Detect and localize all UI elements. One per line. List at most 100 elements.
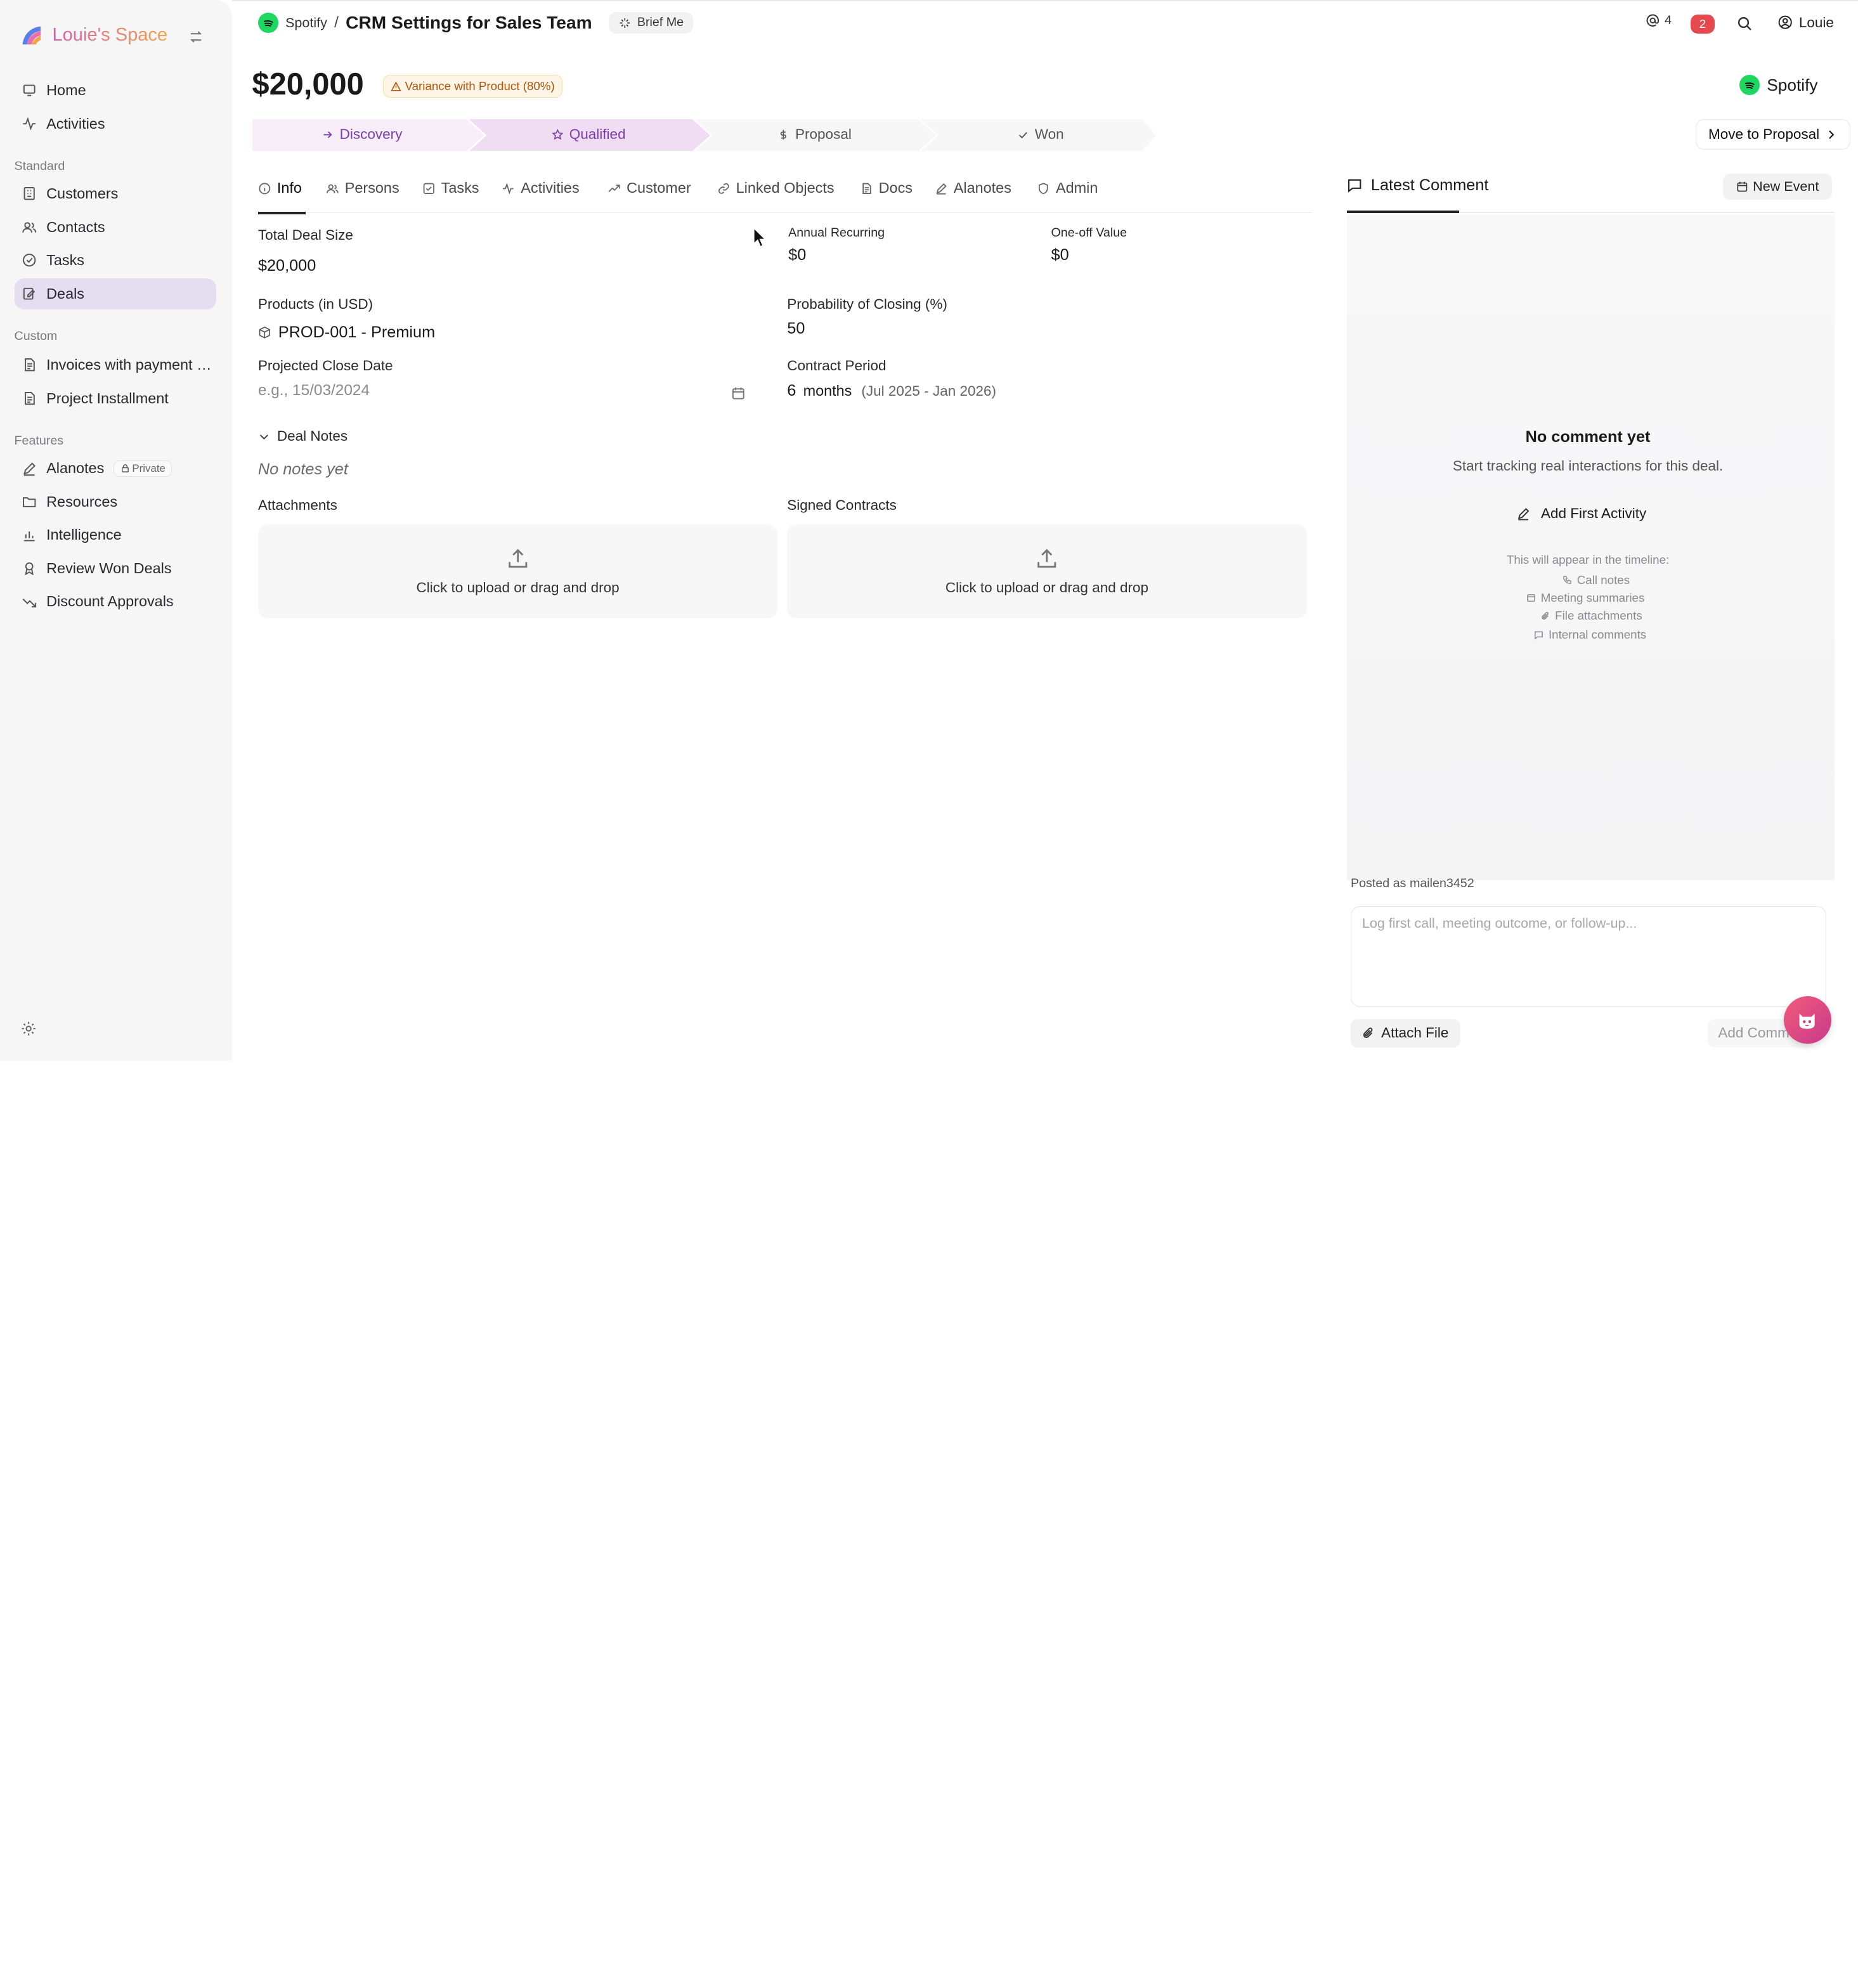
deal-notes-label: Deal Notes: [276, 428, 348, 444]
tab-linked-objects[interactable]: Linked Objects: [717, 176, 835, 213]
collapse-sidebar-icon[interactable]: [188, 29, 204, 45]
new-event-button[interactable]: New Event: [1722, 173, 1833, 200]
spotify-logo-icon: [257, 12, 278, 33]
deal-notes-toggle[interactable]: Deal Notes: [258, 428, 348, 445]
active-tab-underline: [1347, 210, 1459, 213]
tab-customer[interactable]: Customer: [607, 176, 691, 213]
attachments-dropzone[interactable]: Click to upload or drag and drop: [257, 524, 778, 618]
calendar-icon: [1527, 594, 1536, 602]
add-first-activity-button[interactable]: Add First Activity: [1516, 505, 1647, 522]
timeline-item-call-notes: Call notes: [1347, 573, 1845, 587]
section-standard: Standard: [14, 159, 65, 174]
tab-label: Alanotes: [953, 179, 1011, 197]
sidebar-item-label: Invoices with payment …: [46, 356, 212, 374]
stage-proposal[interactable]: Proposal: [701, 119, 927, 150]
sidebar-item-deals[interactable]: Deals: [14, 278, 217, 309]
deal-company[interactable]: Spotify: [1739, 75, 1818, 95]
sidebar-item-alanotes[interactable]: Alanotes Private: [15, 453, 217, 484]
arrow-right-icon: [324, 131, 333, 138]
breadcrumb: Spotify / CRM Settings for Sales Team Br…: [257, 11, 694, 34]
tab-alanotes[interactable]: Alanotes: [935, 176, 1011, 213]
phone-icon: [1563, 576, 1572, 585]
probability-value[interactable]: 50: [787, 320, 805, 338]
tab-admin[interactable]: Admin: [1037, 176, 1098, 213]
chevron-right-icon: [1829, 130, 1835, 139]
brand-logo-icon: [22, 26, 41, 44]
attach-file-button[interactable]: Attach File: [1351, 1018, 1460, 1048]
contract-unit: months: [803, 382, 852, 399]
empty-state-title: No comment yet: [1525, 428, 1651, 446]
mouse-cursor-icon: [753, 227, 767, 248]
stage-label: Won: [1034, 126, 1064, 142]
sidebar-item-activities[interactable]: Activities: [15, 108, 217, 140]
product-item[interactable]: PROD-001 - Premium: [258, 323, 435, 342]
users-icon: [22, 222, 36, 233]
sidebar-item-label: Home: [46, 82, 86, 98]
deal-amount: $20,000: [252, 67, 364, 101]
brief-me-button[interactable]: Brief Me: [608, 11, 694, 34]
chevron-down-icon: [259, 434, 268, 439]
upload-icon: [509, 549, 528, 568]
latest-comment-tab[interactable]: Latest Comment: [1347, 176, 1488, 195]
calendar-icon: [1737, 181, 1748, 192]
breadcrumb-company[interactable]: Spotify: [285, 15, 327, 31]
check-circle-icon: [22, 254, 36, 267]
settings-gear-icon[interactable]: [20, 1020, 37, 1037]
breadcrumb-separator: /: [334, 13, 339, 31]
stage-qualified[interactable]: Qualified: [476, 119, 701, 150]
brand[interactable]: Louie's Space: [20, 24, 167, 47]
contract-period-value[interactable]: 6 months (Jul 2025 - Jan 2026): [787, 382, 996, 400]
user-menu[interactable]: Louie: [1777, 15, 1834, 31]
trend-down-icon: [22, 598, 36, 607]
link-icon: [718, 183, 729, 194]
calendar-icon[interactable]: [731, 386, 746, 401]
sidebar-item-label: Intelligence: [46, 526, 122, 543]
comment-input[interactable]: [1351, 906, 1826, 1008]
tab-label: Docs: [878, 179, 913, 197]
sidebar-item-invoices[interactable]: Invoices with payment …: [15, 349, 217, 380]
tab-docs[interactable]: Docs: [860, 176, 913, 213]
tab-info[interactable]: Info: [257, 176, 306, 214]
activity-icon: [503, 183, 514, 195]
sidebar-item-label: Review Won Deals: [46, 559, 172, 576]
signed-contracts-label: Signed Contracts: [787, 497, 897, 513]
annual-recurring-value: $0: [788, 246, 807, 264]
stage-label: Qualified: [569, 126, 626, 142]
sidebar-item-project-installment[interactable]: Project Installment: [15, 383, 217, 414]
signed-contracts-dropzone[interactable]: Click to upload or drag and drop: [787, 524, 1307, 618]
move-to-proposal-label: Move to Proposal: [1708, 126, 1820, 142]
add-first-activity-label: Add First Activity: [1541, 505, 1647, 521]
close-date-input[interactable]: e.g., 15/03/2024: [258, 382, 748, 408]
top-border: [231, 0, 1858, 1]
stage-discovery[interactable]: Discovery: [252, 119, 472, 150]
upload-text: Click to upload or drag and drop: [416, 580, 620, 596]
sidebar-item-contacts[interactable]: Contacts: [15, 212, 217, 243]
search-icon[interactable]: [1736, 15, 1753, 32]
tab-persons[interactable]: Persons: [326, 176, 400, 213]
document-icon: [24, 358, 35, 372]
sidebar-item-home[interactable]: Home: [15, 75, 217, 106]
assistant-bot-icon[interactable]: [1783, 996, 1831, 1044]
sidebar-item-tasks[interactable]: Tasks: [15, 245, 217, 276]
sidebar-item-intelligence[interactable]: Intelligence: [15, 519, 217, 550]
section-custom: Custom: [14, 329, 58, 344]
stage-won[interactable]: Won: [928, 119, 1153, 150]
sidebar-item-customers[interactable]: Customers: [15, 178, 217, 209]
mentions-button[interactable]: 4: [1646, 13, 1672, 28]
app-window: Louie's Space Home Activities Standard C…: [0, 0, 1858, 1061]
no-notes-text: No notes yet: [257, 460, 348, 478]
paperclip-icon: [1363, 1027, 1373, 1038]
trend-up-icon: [608, 185, 620, 192]
notifications-badge[interactable]: 2: [1691, 14, 1715, 34]
tab-label: Linked Objects: [736, 179, 835, 197]
sidebar-item-label: Discount Approvals: [46, 593, 174, 610]
sidebar-item-discount-approvals[interactable]: Discount Approvals: [15, 586, 217, 617]
timeline-item-file-attachments: File attachments: [1342, 609, 1841, 623]
tab-tasks[interactable]: Tasks: [422, 176, 479, 213]
move-to-proposal-button[interactable]: Move to Proposal: [1695, 119, 1850, 150]
sidebar-item-resources[interactable]: Resources: [15, 486, 217, 517]
sidebar-item-review-won-deals[interactable]: Review Won Deals: [15, 553, 217, 584]
tab-activities[interactable]: Activities: [502, 176, 580, 213]
upload-text: Click to upload or drag and drop: [945, 580, 1149, 596]
contract-months: 6: [787, 381, 796, 400]
